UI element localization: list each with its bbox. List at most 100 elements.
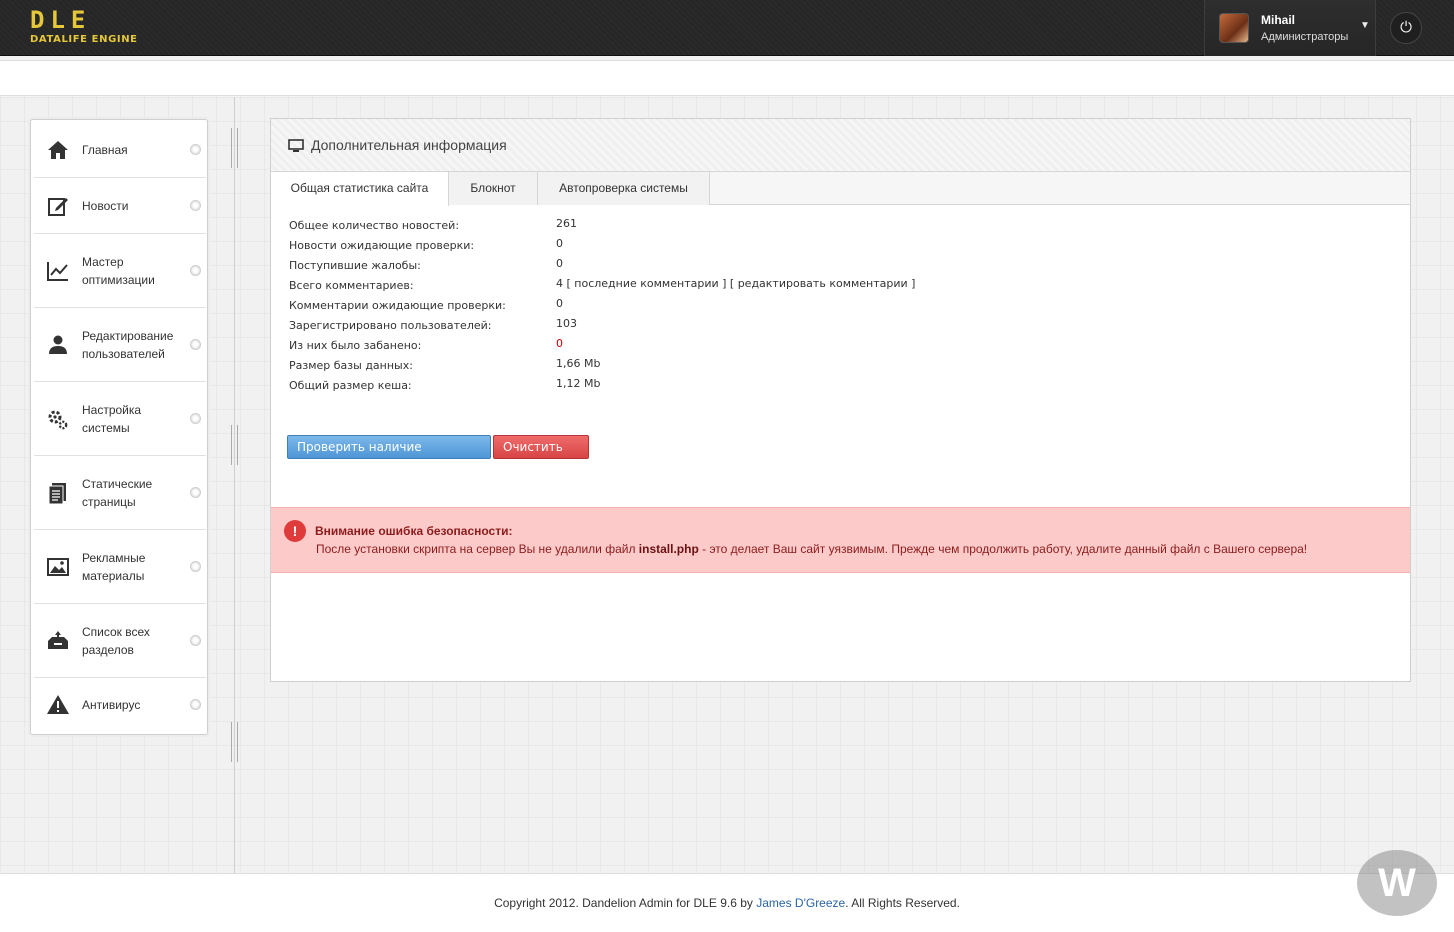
copyright: Copyright 2012. Dandelion Admin for DLE … bbox=[0, 896, 1454, 910]
stat-value: 0 bbox=[556, 297, 563, 310]
stat-label: Из них было забанено: bbox=[289, 339, 422, 352]
alert-text-before: После установки скрипта на сервер Вы не … bbox=[316, 542, 639, 556]
alert-text: После установки скрипта на сервер Вы не … bbox=[316, 542, 1307, 556]
sidebar-item-home[interactable]: Главная bbox=[34, 122, 206, 178]
sidebar-item-label: Главная bbox=[82, 143, 128, 157]
user-name: Mihail bbox=[1261, 13, 1296, 27]
radio-dot bbox=[190, 561, 201, 572]
stat-value: 1,12 Mb bbox=[556, 377, 601, 390]
watermark-logo: W bbox=[1357, 850, 1437, 916]
alert-icon: ! bbox=[284, 520, 306, 542]
stat-value: 103 bbox=[556, 317, 577, 330]
sidebar-item-label: Антивирус bbox=[82, 698, 141, 712]
home-icon bbox=[48, 141, 68, 159]
logout-power-icon[interactable]: ⏻ bbox=[1390, 12, 1422, 44]
author-link[interactable]: James D'Greeze bbox=[756, 896, 845, 910]
tab-system-check[interactable]: Автопроверка системы bbox=[538, 172, 710, 205]
radio-dot bbox=[190, 413, 201, 424]
chart-line-icon bbox=[47, 262, 68, 281]
stat-label: Общий размер кеша: bbox=[289, 379, 412, 392]
logo-main: DLE bbox=[30, 6, 92, 34]
user-role: Администраторы bbox=[1261, 31, 1349, 43]
radio-dot bbox=[190, 699, 201, 710]
stat-row: Новости ожидающие проверки: 0 bbox=[289, 237, 1189, 259]
stat-value: 0 bbox=[556, 237, 563, 250]
stat-row: Комментарии ожидающие проверки: 0 bbox=[289, 297, 1189, 319]
stat-row: Общий размер кеша: 1,12 Mb bbox=[289, 377, 1189, 399]
user-menu[interactable]: Mihail Администраторы ▼ bbox=[1204, 0, 1376, 56]
tab-notepad[interactable]: Блокнот bbox=[449, 172, 538, 205]
security-alert: ! Внимание ошибка безопасности: После ус… bbox=[271, 507, 1410, 573]
sidebar-item-static-pages[interactable]: Статические страницы bbox=[34, 456, 206, 530]
sidebar-item-users[interactable]: Редактирование пользователей bbox=[34, 308, 206, 382]
alert-title: Внимание ошибка безопасности: bbox=[315, 524, 513, 538]
top-bar: DLE DATALIFE ENGINE Mihail Администратор… bbox=[0, 0, 1454, 56]
image-icon bbox=[47, 558, 69, 576]
radio-dot bbox=[190, 265, 201, 276]
stat-row: Размер базы данных: 1,66 Mb bbox=[289, 357, 1189, 379]
sidebar-item-optimization[interactable]: Мастер оптимизации bbox=[34, 234, 206, 308]
stat-row: Из них было забанено: 0 bbox=[289, 337, 1189, 359]
sidebar-item-label: Статические страницы bbox=[82, 477, 153, 509]
check-updates-button[interactable]: Проверить наличие обновлений bbox=[287, 435, 491, 476]
footer: Copyright 2012. Dandelion Admin for DLE … bbox=[0, 873, 1454, 932]
stat-label: Поступившие жалобы: bbox=[289, 259, 421, 272]
sidebar-item-settings[interactable]: Настройка системы bbox=[34, 382, 206, 456]
sidebar-item-label: Рекламные материалы bbox=[82, 551, 146, 583]
stat-row: Всего комментариев: 4 [ последние коммен… bbox=[289, 277, 1189, 299]
sidebar-item-antivirus[interactable]: Антивирус bbox=[34, 678, 206, 732]
gears-icon bbox=[48, 410, 68, 430]
dle-logo[interactable]: DLE DATALIFE ENGINE bbox=[30, 8, 138, 45]
radio-dot bbox=[190, 200, 201, 211]
clear-cache-button[interactable]: Очистить кеш bbox=[493, 435, 589, 476]
sidebar-item-categories[interactable]: Список всех разделов bbox=[34, 604, 206, 678]
radio-dot bbox=[190, 144, 201, 155]
sidebar-item-label: Настройка системы bbox=[82, 403, 142, 435]
stat-label: Комментарии ожидающие проверки: bbox=[289, 299, 506, 312]
avatar bbox=[1219, 13, 1249, 43]
copyright-after: . All Rights Reserved. bbox=[845, 896, 960, 910]
stat-value: 1,66 Mb bbox=[556, 357, 601, 370]
logo-sub: DATALIFE ENGINE bbox=[30, 34, 138, 45]
radio-dot bbox=[190, 339, 201, 350]
stat-value: 261 bbox=[556, 217, 577, 230]
sub-bar bbox=[0, 60, 1454, 96]
sidebar: Главная Новости Мастер оптимизации Редак… bbox=[30, 119, 208, 735]
sidebar-item-label: Мастер оптимизации bbox=[82, 255, 155, 287]
chevron-down-icon[interactable]: ▼ bbox=[1360, 20, 1370, 31]
radio-dot bbox=[190, 487, 201, 498]
divider-handle bbox=[231, 128, 238, 168]
divider-handle bbox=[231, 425, 238, 465]
warning-icon bbox=[47, 695, 69, 714]
sidebar-item-label: Список всех разделов bbox=[82, 625, 150, 657]
divider-handle bbox=[231, 722, 238, 762]
radio-dot bbox=[190, 635, 201, 646]
alert-file: install.php bbox=[638, 542, 699, 556]
user-icon bbox=[49, 335, 67, 354]
stat-row: Зарегистрировано пользователей: 103 bbox=[289, 317, 1189, 339]
stat-row: Поступившие жалобы: 0 bbox=[289, 257, 1189, 279]
categories-icon bbox=[48, 631, 68, 649]
sidebar-item-news[interactable]: Новости bbox=[34, 178, 206, 234]
copyright-before: Copyright 2012. Dandelion Admin for DLE … bbox=[494, 896, 757, 910]
sidebar-item-ads[interactable]: Рекламные материалы bbox=[34, 530, 206, 604]
sidebar-item-label: Редактирование пользователей bbox=[82, 329, 174, 361]
sidebar-item-label: Новости bbox=[82, 199, 129, 213]
panel-title: Дополнительная информация bbox=[311, 137, 507, 153]
stat-label: Размер базы данных: bbox=[289, 359, 413, 372]
tab-site-stats[interactable]: Общая статистика сайта bbox=[271, 172, 449, 206]
edit-icon bbox=[48, 198, 68, 216]
stat-label: Общее количество новостей: bbox=[289, 219, 460, 232]
panel-header: Дополнительная информация bbox=[271, 119, 1410, 172]
stat-value: 0 bbox=[556, 257, 563, 270]
stat-label: Всего комментариев: bbox=[289, 279, 414, 292]
info-panel: Дополнительная информация Общая статисти… bbox=[270, 118, 1411, 682]
tab-bar: Общая статистика сайта Блокнот Автопрове… bbox=[271, 172, 1410, 206]
monitor-icon bbox=[288, 139, 304, 152]
comments-links[interactable]: 4 [ последние комментарии ] [ редактиров… bbox=[556, 277, 915, 290]
stat-value-banned: 0 bbox=[556, 337, 563, 350]
pages-icon bbox=[48, 483, 66, 505]
alert-text-after: - это делает Ваш сайт уязвимым. Прежде ч… bbox=[698, 542, 1308, 556]
stat-row: Общее количество новостей: 261 bbox=[289, 217, 1189, 239]
stat-label: Зарегистрировано пользователей: bbox=[289, 319, 492, 332]
